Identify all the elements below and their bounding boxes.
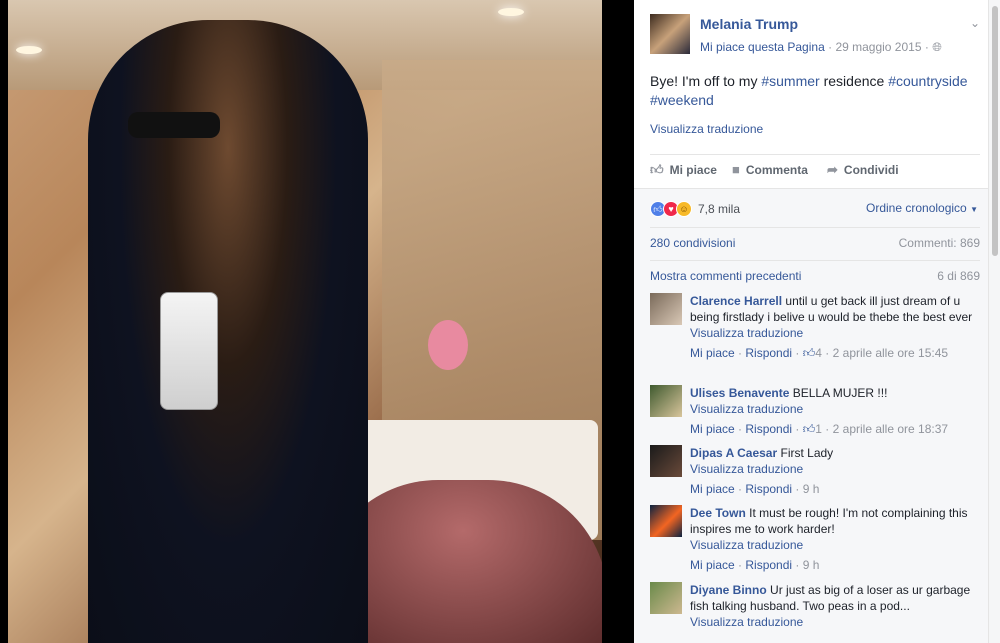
chevron-down-icon[interactable]: ⌄ bbox=[970, 16, 980, 30]
comment-counter: 6 di 869 bbox=[937, 269, 980, 283]
scrollbar[interactable] bbox=[988, 0, 1000, 643]
avatar[interactable] bbox=[650, 582, 682, 614]
translate-comment-link[interactable]: Visualizza traduzione bbox=[690, 401, 980, 417]
photo-phone bbox=[160, 292, 218, 410]
shares-link[interactable]: 280 condivisioni bbox=[650, 236, 735, 250]
haha-reaction-icon: ☺ bbox=[676, 201, 692, 217]
like-label: Mi piace bbox=[669, 163, 717, 177]
divider bbox=[650, 227, 980, 228]
ceiling-light bbox=[498, 8, 524, 16]
divider bbox=[650, 260, 980, 261]
thumbs-up-icon: 👍︎ bbox=[650, 162, 664, 177]
photo-flower bbox=[428, 320, 468, 370]
comments-count: Commenti: 869 bbox=[898, 236, 980, 250]
comment-footer: Mi piace · Rispondi · 9 h bbox=[690, 558, 820, 572]
caret-down-icon: ▼ bbox=[970, 205, 978, 214]
share-arrow-icon: ➦ bbox=[827, 162, 838, 177]
comment-reply-link[interactable]: Rispondi bbox=[745, 558, 792, 572]
comment-reply-link[interactable]: Rispondi bbox=[745, 346, 792, 360]
comment-like-link[interactable]: Mi piace bbox=[690, 346, 735, 360]
thumbs-up-icon: 👍︎ bbox=[802, 422, 816, 436]
sort-label: Ordine cronologico bbox=[866, 201, 967, 215]
meta-separator: · bbox=[924, 40, 929, 54]
translate-post-link[interactable]: Visualizza traduzione bbox=[650, 122, 763, 136]
comments-panel: 👍︎ ♥ ☺ 7,8 mila Ordine cronologico ▼ 280… bbox=[634, 188, 988, 643]
photo-sunglasses bbox=[128, 112, 220, 138]
comment-reply-link[interactable]: Rispondi bbox=[745, 482, 792, 496]
comment-footer: Mi piace · Rispondi · 👍︎1 · 2 aprile all… bbox=[690, 422, 949, 436]
post-date-link[interactable]: 29 maggio 2015 bbox=[835, 40, 921, 54]
share-label: Condividi bbox=[843, 163, 899, 177]
comment-author-link[interactable]: Diyane Binno bbox=[690, 583, 767, 597]
post-text-part: residence bbox=[819, 73, 889, 89]
translate-comment-link[interactable]: Visualizza traduzione bbox=[690, 537, 980, 553]
translate-comment-link[interactable]: Visualizza traduzione bbox=[690, 614, 980, 630]
comment-body: Clarence Harrell until u get back ill ju… bbox=[690, 293, 980, 361]
avatar[interactable] bbox=[650, 445, 682, 477]
comment-body: Ulises Benavente BELLA MUJER !!! Visuali… bbox=[690, 385, 980, 437]
comment-reply-link[interactable]: Rispondi bbox=[745, 422, 792, 436]
translate-comment-link[interactable]: Visualizza traduzione bbox=[690, 325, 980, 341]
comment-author-link[interactable]: Dipas A Caesar bbox=[690, 446, 777, 460]
post-meta: Mi piace questa Pagina · 29 maggio 2015 … bbox=[700, 40, 942, 55]
scrollbar-thumb[interactable] bbox=[992, 6, 998, 256]
avatar[interactable] bbox=[650, 505, 682, 537]
comment-likes-count[interactable]: 4 bbox=[815, 346, 822, 360]
avatar[interactable] bbox=[650, 385, 682, 417]
comment-time[interactable]: 2 aprile alle ore 18:37 bbox=[833, 422, 948, 436]
post-actions-bar: 👍︎ Mi piace ■ Commenta ➦ Condividi bbox=[650, 162, 980, 182]
avatar[interactable] bbox=[650, 293, 682, 325]
page-name-link[interactable]: Melania Trump bbox=[700, 16, 798, 32]
show-previous-comments-link[interactable]: Mostra commenti precedenti bbox=[650, 269, 801, 283]
hashtag-countryside[interactable]: #countryside bbox=[888, 73, 967, 89]
comment-body: Diyane Binno Ur just as big of a loser a… bbox=[690, 582, 980, 630]
comment-likes-count[interactable]: 1 bbox=[815, 422, 822, 436]
comment-body: Dee Town It must be rough! I'm not compl… bbox=[690, 505, 980, 573]
comment-body: Dipas A Caesar First Lady Visualizza tra… bbox=[690, 445, 980, 497]
photo-viewer bbox=[0, 0, 634, 643]
hashtag-summer[interactable]: #summer bbox=[761, 73, 819, 89]
comment-button[interactable]: ■ Commenta bbox=[732, 162, 808, 177]
comment-author-link[interactable]: Ulises Benavente bbox=[690, 386, 789, 400]
comment-time[interactable]: 9 h bbox=[803, 482, 820, 496]
thumbs-up-icon: 👍︎ bbox=[802, 346, 816, 360]
comment-label: Commenta bbox=[745, 162, 808, 177]
hashtag-weekend[interactable]: #weekend bbox=[650, 92, 714, 108]
post-header: Melania Trump Mi piace questa Pagina · 2… bbox=[650, 14, 980, 58]
post-side-panel: Melania Trump Mi piace questa Pagina · 2… bbox=[634, 0, 1000, 643]
divider bbox=[650, 154, 980, 155]
comment-icon: ■ bbox=[732, 162, 740, 177]
comment-author-link[interactable]: Dee Town bbox=[690, 506, 746, 520]
reactions-count: 7,8 mila bbox=[698, 202, 741, 216]
comment-like-link[interactable]: Mi piace bbox=[690, 422, 735, 436]
reactions-summary[interactable]: 👍︎ ♥ ☺ 7,8 mila bbox=[650, 199, 740, 219]
share-button[interactable]: ➦ Condividi bbox=[827, 162, 899, 178]
like-page-link[interactable]: Mi piace questa Pagina bbox=[700, 40, 825, 54]
comment-time[interactable]: 2 aprile alle ore 15:45 bbox=[833, 346, 948, 360]
comment-time[interactable]: 9 h bbox=[803, 558, 820, 572]
ceiling-light bbox=[16, 46, 42, 54]
post-photo[interactable] bbox=[8, 0, 602, 643]
sort-dropdown[interactable]: Ordine cronologico ▼ bbox=[866, 201, 978, 215]
comment-like-link[interactable]: Mi piace bbox=[690, 558, 735, 572]
comment-text: First Lady bbox=[780, 446, 834, 460]
meta-separator: · bbox=[828, 40, 833, 54]
globe-icon: 🌐︎ bbox=[932, 40, 942, 54]
like-button[interactable]: 👍︎ Mi piace bbox=[650, 162, 717, 178]
comment-footer: Mi piace · Rispondi · 👍︎4 · 2 aprile all… bbox=[690, 346, 949, 360]
translate-comment-link[interactable]: Visualizza traduzione bbox=[690, 461, 980, 477]
post-text-part: Bye! I'm off to my bbox=[650, 73, 762, 89]
comment-author-link[interactable]: Clarence Harrell bbox=[690, 294, 782, 308]
post-text: Bye! I'm off to my #summer residence #co… bbox=[650, 72, 980, 110]
page-avatar[interactable] bbox=[650, 14, 690, 54]
comment-footer: Mi piace · Rispondi · 9 h bbox=[690, 482, 820, 496]
comment-like-link[interactable]: Mi piace bbox=[690, 482, 735, 496]
comment-text: BELLA MUJER !!! bbox=[792, 386, 888, 400]
photo-person bbox=[88, 20, 368, 643]
